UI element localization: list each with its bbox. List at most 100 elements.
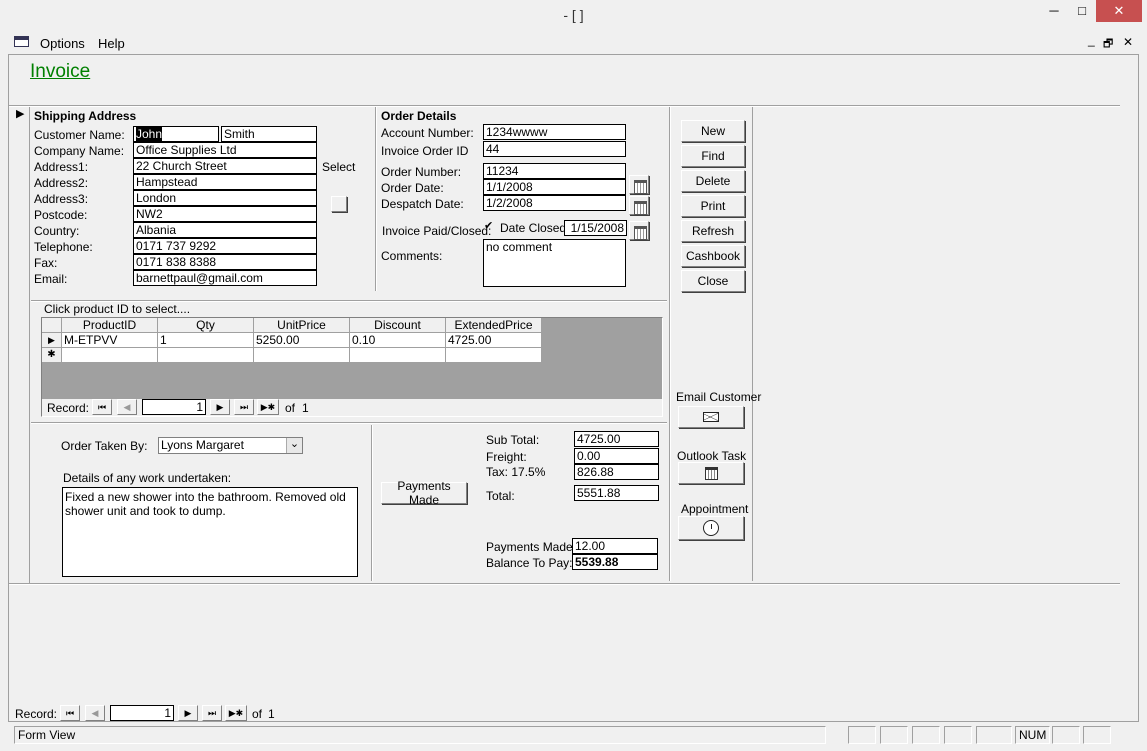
country-label: Country: <box>34 224 80 238</box>
email-field[interactable]: barnettpaul@gmail.com <box>133 270 317 286</box>
subform-new-record-button[interactable]: ▶✱ <box>257 399 279 415</box>
dropdown-arrow-icon[interactable]: ⌄ <box>286 438 302 453</box>
menu-bar: Options Help _ 🗗 ✕ <box>8 31 1139 53</box>
first-record-button[interactable]: ⏮ <box>60 705 80 721</box>
order-date-calendar-icon[interactable] <box>629 175 649 194</box>
invoice-order-id-field[interactable]: 44 <box>483 141 626 157</box>
record-number-field[interactable]: 1 <box>110 705 174 721</box>
status-bar: Form View NUM <box>0 723 1147 751</box>
subform-record-number-field[interactable]: 1 <box>142 399 206 415</box>
telephone-label: Telephone: <box>34 240 93 254</box>
cashbook-button[interactable]: Cashbook <box>681 245 745 267</box>
order-header: Order Details <box>381 109 457 123</box>
status-panel-2 <box>880 726 908 744</box>
new-cell-unit-price[interactable] <box>254 348 350 363</box>
mdi-restore-button[interactable]: 🗗 <box>1103 35 1113 54</box>
record-label: Record: <box>15 707 58 721</box>
payments-made-field[interactable]: 12.00 <box>572 538 658 554</box>
order-taken-by-label: Order Taken By: <box>61 439 148 453</box>
cell-discount[interactable]: 0.10 <box>350 333 446 348</box>
print-button[interactable]: Print <box>681 195 745 217</box>
status-num: NUM <box>1015 726 1050 744</box>
cell-product-id[interactable]: M-ETPVV <box>62 333 158 348</box>
work-details-field[interactable]: Fixed a new shower into the bathroom. Re… <box>62 487 358 577</box>
invoice-order-id-label: Invoice Order ID <box>381 144 469 158</box>
next-record-button[interactable]: ▶ <box>178 705 198 721</box>
balance-label: Balance To Pay: <box>486 556 573 570</box>
new-record-button[interactable]: ▶✱ <box>225 705 247 721</box>
telephone-field[interactable]: 0171 737 9292 <box>133 238 317 254</box>
tax-field[interactable]: 826.88 <box>574 464 659 480</box>
close-button[interactable]: ✕ <box>1096 0 1142 22</box>
new-cell-qty[interactable] <box>158 348 254 363</box>
menu-options[interactable]: Options <box>40 36 85 51</box>
paid-checkbox[interactable]: ✔ <box>484 221 496 233</box>
subform-last-record-button[interactable]: ⏭ <box>234 399 254 415</box>
subform-first-record-button[interactable]: ⏮ <box>92 399 112 415</box>
total-field[interactable]: 5551.88 <box>574 485 659 501</box>
account-number-field[interactable]: 1234wwww <box>483 124 626 140</box>
comments-field[interactable]: no comment <box>483 239 626 287</box>
last-record-button[interactable]: ⏭ <box>202 705 222 721</box>
freight-field[interactable]: 0.00 <box>574 448 659 464</box>
prev-record-button[interactable]: ◀ <box>85 705 105 721</box>
country-field[interactable]: Albania <box>133 222 317 238</box>
new-cell-extended-price[interactable] <box>446 348 542 363</box>
column-discount[interactable]: Discount <box>350 318 446 333</box>
maximize-button[interactable]: □ <box>1068 0 1096 22</box>
close-form-button[interactable]: Close <box>681 270 745 292</box>
email-customer-button[interactable] <box>678 406 744 428</box>
minimize-button[interactable]: ─ <box>1040 0 1068 22</box>
select-customer-button[interactable] <box>331 196 347 212</box>
record-of-label: of <box>252 707 263 721</box>
refresh-button[interactable]: Refresh <box>681 220 745 242</box>
despatch-date-calendar-icon[interactable] <box>629 196 649 215</box>
outlook-task-button[interactable] <box>678 462 744 484</box>
new-cell-product-id[interactable] <box>62 348 158 363</box>
delete-button[interactable]: Delete <box>681 170 745 192</box>
record-selector[interactable]: ▶ <box>16 107 24 120</box>
new-button[interactable]: New <box>681 120 745 142</box>
subform-prev-record-button[interactable]: ◀ <box>117 399 137 415</box>
find-button[interactable]: Find <box>681 145 745 167</box>
date-closed-field[interactable]: 1/15/2008 <box>564 220 627 236</box>
order-date-field[interactable]: 1/1/2008 <box>483 179 626 195</box>
subform-next-record-button[interactable]: ▶ <box>210 399 230 415</box>
footer-divider <box>9 583 1120 585</box>
fax-field[interactable]: 0171 838 8388 <box>133 254 317 270</box>
company-name-field[interactable]: Office Supplies Ltd <box>133 142 317 158</box>
row-selector-current[interactable]: ▶ <box>42 333 62 348</box>
order-number-field[interactable]: 11234 <box>483 163 626 179</box>
column-qty[interactable]: Qty <box>158 318 254 333</box>
postcode-field[interactable]: NW2 <box>133 206 317 222</box>
row-selector-new[interactable]: ✱ <box>42 348 62 363</box>
mdi-close-button[interactable]: ✕ <box>1123 35 1133 49</box>
new-cell-discount[interactable] <box>350 348 446 363</box>
date-closed-calendar-icon[interactable] <box>629 221 649 240</box>
column-extended-price[interactable]: ExtendedPrice <box>446 318 542 333</box>
column-product-id[interactable]: ProductID <box>62 318 158 333</box>
despatch-date-field[interactable]: 1/2/2008 <box>483 195 626 211</box>
menu-help[interactable]: Help <box>98 36 125 51</box>
selector-divider <box>29 107 30 583</box>
subform-nav-bar: Record: ⏮ ◀ 1 ▶ ⏭ ▶✱ of 1 <box>42 399 662 416</box>
cell-extended-price[interactable]: 4725.00 <box>446 333 542 348</box>
address2-field[interactable]: Hampstead <box>133 174 317 190</box>
sub-total-field[interactable]: 4725.00 <box>574 431 659 447</box>
status-panel-7 <box>1083 726 1111 744</box>
payments-made-button[interactable]: Payments Made <box>381 479 467 507</box>
first-name-field[interactable]: John <box>133 126 219 142</box>
sub-total-label: Sub Total: <box>486 433 540 447</box>
balance-field[interactable]: 5539.88 <box>572 554 658 570</box>
address1-field[interactable]: 22 Church Street <box>133 158 317 174</box>
appointment-button[interactable] <box>678 516 744 540</box>
last-name-field[interactable]: Smith <box>221 126 317 142</box>
cell-unit-price[interactable]: 5250.00 <box>254 333 350 348</box>
mdi-minimize-button[interactable]: _ <box>1088 33 1095 47</box>
cell-qty[interactable]: 1 <box>158 333 254 348</box>
column-unit-price[interactable]: UnitPrice <box>254 318 350 333</box>
order-taken-by-select[interactable]: Lyons Margaret ⌄ <box>158 437 303 454</box>
address3-field[interactable]: London <box>133 190 317 206</box>
order-number-label: Order Number: <box>381 165 462 179</box>
date-closed-label: Date Closed: <box>500 221 570 235</box>
